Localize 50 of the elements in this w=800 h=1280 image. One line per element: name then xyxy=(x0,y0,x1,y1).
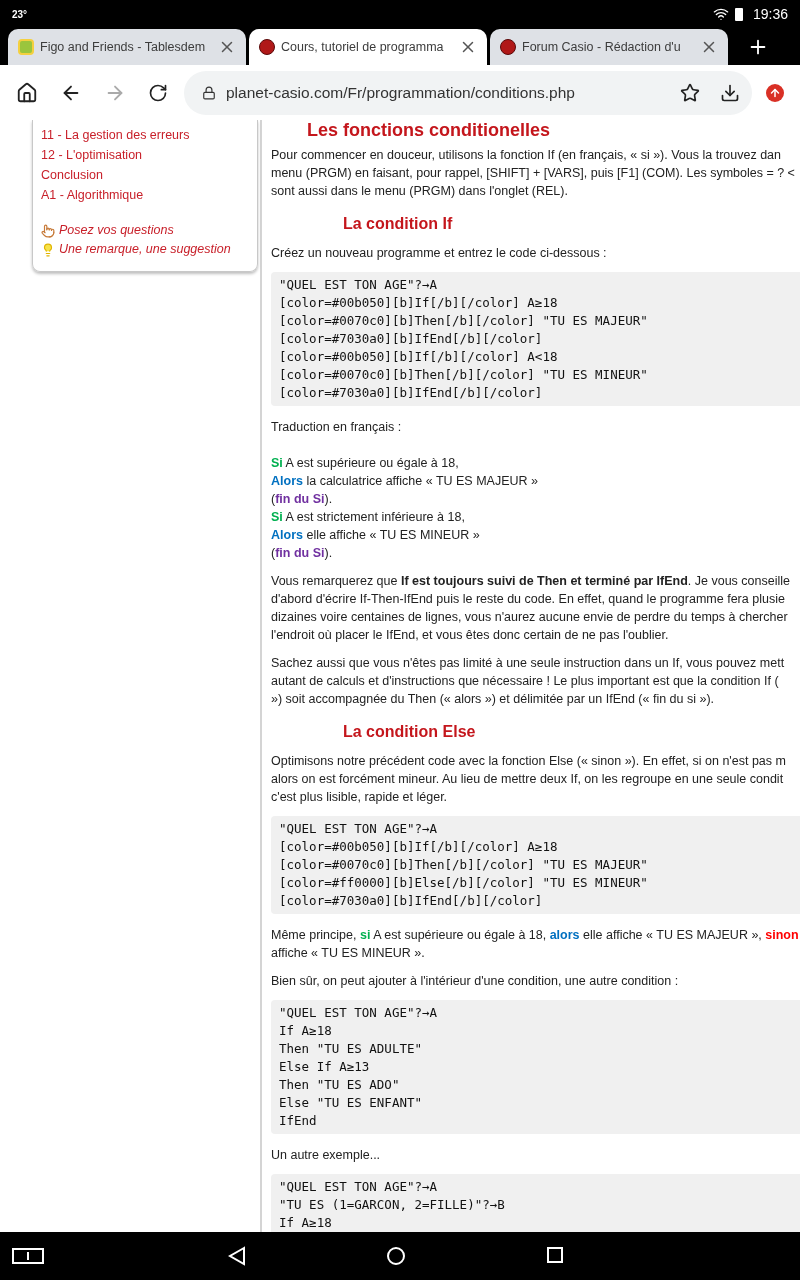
paragraph: Créez un nouveau programme et entrez le code ci-dessous : xyxy=(271,245,608,262)
translation-paragraph: Si A est supérieure ou égale à 18, Alors la calculatrice affiche « TU ES MAJEUR » (fin du Si). Si A est strictement inférieure à 18, Alors elle affiche « TU ES MINEUR » (fin du Si). xyxy=(271,455,539,562)
temperature-indicator: 23° xyxy=(12,7,28,22)
download-icon[interactable] xyxy=(720,82,740,103)
home-icon[interactable] xyxy=(16,81,38,104)
paragraph: Traduction en français : xyxy=(271,419,403,436)
round-favicon-icon xyxy=(259,39,275,55)
sidebar-link[interactable]: Conclusion xyxy=(41,165,249,185)
sidebar-link[interactable]: A1 - Algorithmique xyxy=(41,185,249,205)
pointing-hand-icon xyxy=(41,223,55,238)
wifi-icon xyxy=(712,6,729,22)
keyboard-icon[interactable] xyxy=(12,1248,44,1264)
section-heading: La condition Else xyxy=(342,722,477,742)
paragraph: Pour commencer en douceur, utilisons la fonction If (en français, « si »). Vous la trouvez dan menu (PRGM) en faisant, pour rappel, [SHIFT] + [VARS], puis [F1] (COM). Les symboles = ? < sont aussi dans le menu (PRGM) dans l'onglet (REL). xyxy=(271,147,796,200)
paragraph: Optimisons notre précédent code avec la fonction Else (« sinon »). En effet, si on n'est pas m alors on est forcément mineur. Au lieu de mettre deux If, on les regroupe en une seule condit c'est plus lisible, rapide et léger. xyxy=(271,753,787,806)
paragraph: Un autre exemple... xyxy=(271,1147,382,1164)
paragraph: Même principe, si A est supérieure ou égale à 18, alors elle affiche « TU ES MAJEUR », sinon affiche « TU ES MINEUR ». xyxy=(271,927,800,962)
browser-tab[interactable]: Figo and Friends - Tablesdem xyxy=(8,29,246,65)
reload-icon[interactable] xyxy=(148,82,168,103)
code-block: "QUEL EST TON AGE"?→A [color=#00b050][b]If[/b][/color] A≥18 [color=#0070c0][b]Then[/b][/color] "TU ES MAJEUR" [color=#7030a0][b]IfEnd[/b][/color] [color=#00b050][b]If[/b][/color] A<18 [color=#0070c0][b]Then[/b][/color] "TU ES MINEUR" [color=#7030a0][b]IfEnd[/b][/color] xyxy=(271,272,800,406)
browser-tab[interactable]: Forum Casio - Rédaction d'u xyxy=(490,29,728,65)
tab-title: Figo and Friends - Tablesdem xyxy=(40,38,207,56)
home-circle-icon[interactable] xyxy=(386,1246,406,1266)
address-bar[interactable]: planet-casio.com/Fr/programmation/conditions.php xyxy=(184,70,752,115)
browser-tab[interactable]: Cours, tutoriel de programma xyxy=(249,29,487,65)
sidebar-link[interactable]: Posez vos questions xyxy=(59,221,174,240)
sidebar-link[interactable]: 11 - La gestion des erreurs xyxy=(41,125,249,145)
paragraph: Sachez aussi que vous n'êtes pas limité à une seule instruction dans un If, vous pouvez mett autant de calculs et d'instructions que nécessaire ! Le plus important est que la condition If ( ») soit accompagnée du Then (« alors ») et délimitée par un IfEnd (« fin du si »). xyxy=(271,655,786,708)
upload-badge-icon[interactable] xyxy=(766,83,784,102)
back-triangle-icon[interactable] xyxy=(228,1246,246,1266)
sidebar-link[interactable]: Une remarque, une suggestion xyxy=(59,240,231,259)
code-block: "QUEL EST TON AGE"?→A "TU ES (1=GARCON, 2=FILLE)"?→B If A≥18 xyxy=(271,1174,800,1232)
round-favicon-icon xyxy=(500,39,516,55)
url-text: planet-casio.com/Fr/programmation/conditions.php xyxy=(226,82,576,103)
paragraph: Vous remarquerez que If est toujours suivi de Then et terminé par IfEnd. Je vous conseille d'abord d'écrire If-Then-IfEnd puis le reste du code. En effet, quand le programme fera plusie dizaines voire centaines de lignes, vous n'aurez aucune envie de perdre du temps à chercher l'endroit où placer le IfEnd, et vous êtes donc certain de ne pas l'oublier. xyxy=(271,573,791,644)
tab-title: Cours, tutoriel de programma xyxy=(281,38,445,56)
tab-title: Forum Casio - Rédaction d'u xyxy=(522,38,682,56)
tile-favicon-icon xyxy=(18,39,34,55)
article-title: Les fonctions conditionelles xyxy=(306,120,552,140)
recents-square-icon[interactable] xyxy=(546,1246,564,1264)
sidebar-link[interactable]: 12 - L'optimisation xyxy=(41,145,249,165)
lightbulb-icon xyxy=(41,242,55,257)
code-block: "QUEL EST TON AGE"?→A If A≥18 Then "TU ES ADULTE" Else If A≥13 Then "TU ES ADO" Else "TU ES ENFANT" IfEnd xyxy=(271,1000,800,1134)
section-heading: La condition If xyxy=(342,214,454,234)
battery-icon xyxy=(734,7,743,21)
code-block: "QUEL EST TON AGE"?→A [color=#00b050][b]If[/b][/color] A≥18 [color=#0070c0][b]Then[/b][/color] "TU ES MAJEUR" [color=#ff0000][b]Else[/b][/color] "TU ES MINEUR" [color=#7030a0][b]IfEnd[/b][/color] xyxy=(271,816,800,914)
clock: 19:36 xyxy=(752,4,788,24)
lock-icon xyxy=(202,85,216,100)
bookmark-star-icon[interactable] xyxy=(680,82,700,103)
paragraph: Bien sûr, on peut ajouter à l'intérieur d'une condition, une autre condition : xyxy=(271,973,680,990)
